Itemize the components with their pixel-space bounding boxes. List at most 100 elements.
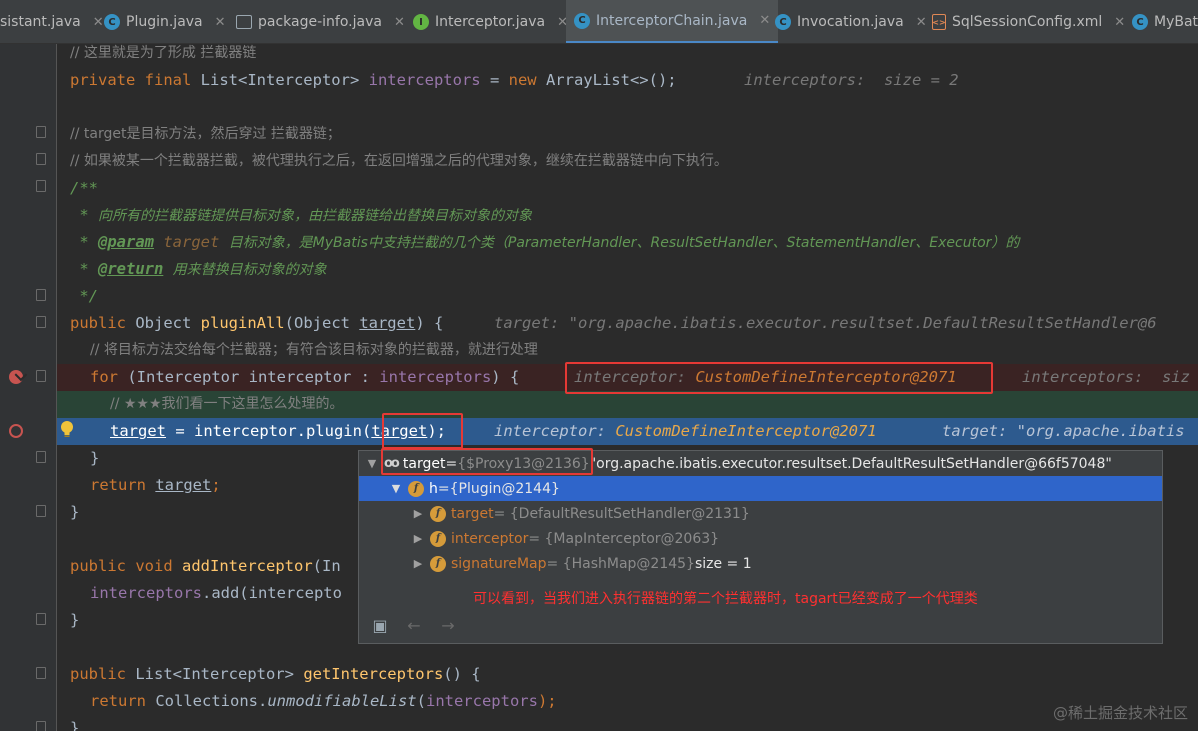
code-text: } bbox=[70, 719, 80, 731]
annotation-box bbox=[381, 448, 593, 475]
object-ref: = {MapInterceptor@2063} bbox=[528, 530, 720, 547]
lightbulb-icon[interactable] bbox=[60, 420, 74, 438]
field: interceptors bbox=[425, 692, 538, 710]
keyword: for bbox=[90, 368, 118, 386]
tab-plugin-java[interactable]: C Plugin.java ✕ bbox=[96, 0, 234, 43]
code-line: // 这里就是为了形成 拦截器链 bbox=[57, 44, 1198, 67]
javadoc: */ bbox=[70, 287, 98, 305]
code-text: (In bbox=[312, 557, 341, 575]
object-ref: {Plugin@2144} bbox=[449, 480, 560, 497]
code-text: } bbox=[70, 503, 80, 521]
chevron-down-icon[interactable]: ▼ bbox=[365, 457, 379, 470]
fold-icon[interactable] bbox=[36, 316, 46, 328]
variable-name: signatureMap bbox=[451, 555, 547, 572]
code-text: ; bbox=[211, 476, 221, 494]
fold-icon[interactable] bbox=[36, 721, 46, 731]
comment: // 如果被某一个拦截器拦截，被代理执行之后，在返回增强之后的代理对象，继续在拦… bbox=[70, 153, 728, 169]
type: List<Interceptor> bbox=[126, 665, 304, 683]
chevron-right-icon[interactable]: ▶ bbox=[411, 507, 425, 520]
code-line: * @param target 目标对象，是MyBatis中支持拦截的几个类（P… bbox=[57, 229, 1198, 256]
comment: // ★★★我们看一下这里怎么处理的。 bbox=[110, 396, 344, 412]
object-ref: = {DefaultResultSetHandler@2131} bbox=[493, 505, 750, 522]
annotation-note: 可以看到，当我们进入执行器链的第二个拦截器时，tagart已经变成了一个代理类 bbox=[473, 591, 978, 607]
chevron-right-icon[interactable]: ▶ bbox=[411, 532, 425, 545]
fold-icon[interactable] bbox=[36, 451, 46, 463]
tree-row[interactable]: ▶ f signatureMap = {HashMap@2145} size =… bbox=[359, 551, 1162, 576]
tab-label: InterceptorChain.java bbox=[596, 12, 748, 29]
keyword: private final bbox=[70, 71, 192, 89]
code-line: } bbox=[57, 715, 1198, 731]
fold-icon[interactable] bbox=[36, 667, 46, 679]
tab-label: SqlSessionConfig.xml bbox=[952, 14, 1103, 30]
tab-interceptorchain-java[interactable]: C InterceptorChain.java ✕ bbox=[566, 0, 779, 43]
variable: target bbox=[155, 476, 212, 494]
tree-row[interactable]: ▶ f interceptor = {MapInterceptor@2063} bbox=[359, 526, 1162, 551]
equals: = bbox=[437, 480, 450, 497]
breakpoint-icon[interactable] bbox=[9, 424, 23, 438]
debug-evaluate-popup[interactable]: ▼ oo target = {$Proxy13@2136} "org.apach… bbox=[358, 450, 1163, 644]
fold-icon[interactable] bbox=[36, 370, 46, 382]
javadoc: * bbox=[70, 260, 98, 278]
keyword: new bbox=[508, 71, 537, 89]
code-line: // ★★★我们看一下这里怎么处理的。 bbox=[57, 391, 1198, 418]
code-text: Collections. bbox=[146, 692, 268, 710]
editor-tab-bar: sistant.java ✕ C Plugin.java ✕ package-info… bbox=[0, 0, 1198, 44]
tab-label: sistant.java bbox=[0, 14, 81, 30]
keyword: public bbox=[70, 665, 126, 683]
close-icon[interactable]: ✕ bbox=[394, 15, 405, 30]
code-line: return Collections.unmodifiableList(inte… bbox=[57, 688, 1198, 715]
inline-debug-value: interceptors: size = 2 bbox=[744, 71, 959, 89]
class-icon: C bbox=[775, 14, 791, 30]
tab-interceptor-java[interactable]: I Interceptor.java ✕ bbox=[405, 0, 576, 43]
code-line: // target是目标方法，然后穿过 拦截器链； bbox=[57, 121, 1198, 148]
javadoc-tag: @return bbox=[98, 260, 164, 278]
tab-sqlsessionconfig-xml[interactable]: <> SqlSessionConfig.xml ✕ bbox=[924, 0, 1133, 43]
tree-row-selected[interactable]: ▼ f h = {Plugin@2144} bbox=[359, 476, 1162, 501]
editor-gutter[interactable] bbox=[0, 44, 56, 731]
evaluate-icon[interactable]: ▣ bbox=[367, 612, 393, 638]
code-line: /** bbox=[57, 175, 1198, 202]
code-line: private final List<Interceptor> intercep… bbox=[57, 67, 1198, 94]
code-line: public List<Interceptor> getInterceptors… bbox=[57, 661, 1198, 688]
chevron-down-icon[interactable]: ▼ bbox=[389, 482, 403, 495]
tab-mybatis[interactable]: C MyBat bbox=[1124, 0, 1198, 43]
code-text: (Interceptor interceptor : bbox=[118, 368, 380, 386]
tab-invocation-java[interactable]: C Invocation.java ✕ bbox=[767, 0, 935, 43]
inline-debug-value: target: "org.apache.ibatis.executor.resu… bbox=[494, 314, 1157, 332]
close-icon[interactable]: ✕ bbox=[215, 15, 226, 30]
tab-label: Plugin.java bbox=[126, 14, 203, 30]
fold-icon[interactable] bbox=[36, 613, 46, 625]
code-text: ) { bbox=[491, 368, 520, 386]
method-name: getInterceptors bbox=[303, 665, 444, 683]
tab-label: Invocation.java bbox=[797, 14, 904, 30]
fold-icon[interactable] bbox=[36, 180, 46, 192]
tab-package-info-java[interactable]: package-info.java ✕ bbox=[228, 0, 413, 43]
field: interceptors bbox=[90, 584, 202, 602]
code-text: = interceptor.plugin( bbox=[166, 422, 372, 440]
code-line: // 如果被某一个拦截器拦截，被代理执行之后，在返回增强之后的代理对象，继续在拦… bbox=[57, 148, 1198, 175]
fold-icon[interactable] bbox=[36, 126, 46, 138]
breakpoint-icon[interactable] bbox=[9, 370, 23, 384]
fold-icon[interactable] bbox=[36, 505, 46, 517]
javadoc: * bbox=[70, 233, 98, 251]
code-text: ); bbox=[537, 692, 557, 710]
comment: // 将目标方法交给每个拦截器；有符合该目标对象的拦截器，就进行处理 bbox=[90, 342, 538, 358]
forward-arrow-icon[interactable]: → bbox=[435, 612, 461, 638]
code-text: ( bbox=[416, 692, 426, 710]
interface-icon: I bbox=[413, 14, 429, 30]
javadoc: /** bbox=[70, 179, 98, 197]
fold-icon[interactable] bbox=[36, 153, 46, 165]
code-text: ArrayList<>(); bbox=[536, 71, 677, 89]
tree-row[interactable]: ▶ f target = {DefaultResultSetHandler@21… bbox=[359, 501, 1162, 526]
back-arrow-icon[interactable]: ← bbox=[401, 612, 427, 638]
method-name: addInterceptor bbox=[182, 557, 313, 575]
keyword: public void bbox=[70, 557, 173, 575]
javadoc-text: 向所有的拦截器链提供目标对象，由拦截器链给出替换目标对象的对象 bbox=[98, 208, 532, 224]
class-icon: C bbox=[1132, 14, 1148, 30]
tab-assistant-java[interactable]: sistant.java ✕ bbox=[0, 0, 112, 43]
code-line: public Object pluginAll(Object target) {… bbox=[57, 310, 1198, 337]
fold-icon[interactable] bbox=[36, 289, 46, 301]
chevron-right-icon[interactable]: ▶ bbox=[411, 557, 425, 570]
tab-label: MyBat bbox=[1154, 14, 1198, 30]
code-text: = bbox=[480, 71, 509, 89]
